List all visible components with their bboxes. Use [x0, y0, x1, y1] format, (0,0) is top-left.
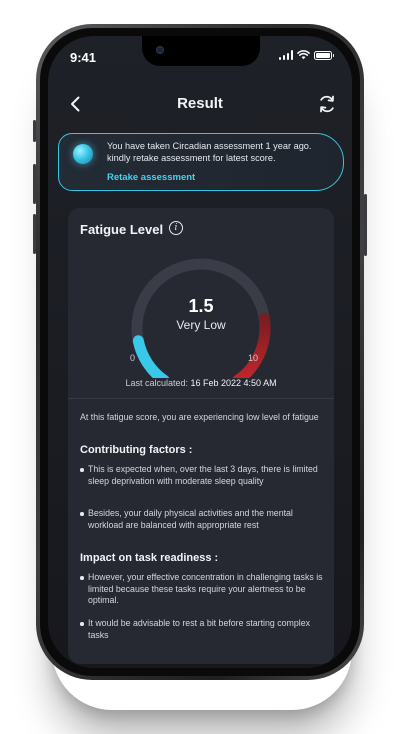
- fatigue-level-label: Very Low: [176, 318, 226, 332]
- retake-assessment-link[interactable]: Retake assessment: [107, 172, 195, 183]
- last-calculated-value: 16 Feb 2022 4:50 AM: [190, 378, 277, 388]
- power-button: [364, 194, 367, 256]
- volume-up-button: [33, 164, 36, 204]
- notch: [142, 36, 260, 66]
- scale-max-label: 10: [248, 353, 259, 363]
- app-screen: 9:41 Result You have taken Circadian ass…: [48, 36, 352, 668]
- fatigue-card: Fatigue Level i 1.5 Very Low 0 10 Last c…: [68, 208, 334, 664]
- mute-switch: [33, 120, 36, 142]
- scale-min-label: 0: [130, 353, 136, 363]
- refresh-button[interactable]: [316, 93, 338, 115]
- info-icon[interactable]: i: [169, 221, 183, 235]
- fatigue-summary: At this fatigue score, you are experienc…: [80, 412, 319, 422]
- fatigue-score: 1.5: [188, 296, 214, 316]
- status-time: 9:41: [70, 50, 97, 65]
- impact-item: It would be advisable to rest a bit befo…: [80, 618, 324, 641]
- refresh-icon: [320, 95, 334, 113]
- last-calculated: Last calculated: 16 Feb 2022 4:50 AM: [68, 378, 334, 388]
- camera: [156, 46, 164, 54]
- divider: [68, 398, 334, 399]
- retake-banner: You have taken Circadian assessment 1 ye…: [58, 133, 344, 191]
- contributing-item: Besides, your daily physical activities …: [80, 508, 324, 531]
- signal-icon: [278, 50, 293, 60]
- page-title: Result: [177, 95, 223, 112]
- volume-down-button: [33, 214, 36, 254]
- fatigue-title: Fatigue Level: [80, 222, 164, 237]
- contributing-heading: Contributing factors :: [80, 444, 193, 456]
- header: Result: [48, 90, 352, 118]
- battery-icon: [314, 50, 334, 60]
- status-icons: [278, 50, 334, 60]
- globe-icon: [73, 144, 93, 164]
- gauge-value-arc: [132, 335, 170, 378]
- banner-message: You have taken Circadian assessment 1 ye…: [107, 141, 312, 163]
- contributing-item: This is expected when, over the last 3 d…: [80, 464, 324, 487]
- last-calculated-label: Last calculated:: [125, 378, 188, 388]
- impact-heading: Impact on task readiness :: [80, 552, 219, 564]
- phone-frame: 9:41 Result You have taken Circadian ass…: [33, 24, 367, 680]
- wifi-icon: [297, 50, 310, 60]
- impact-item: However, your effective concentration in…: [80, 572, 324, 607]
